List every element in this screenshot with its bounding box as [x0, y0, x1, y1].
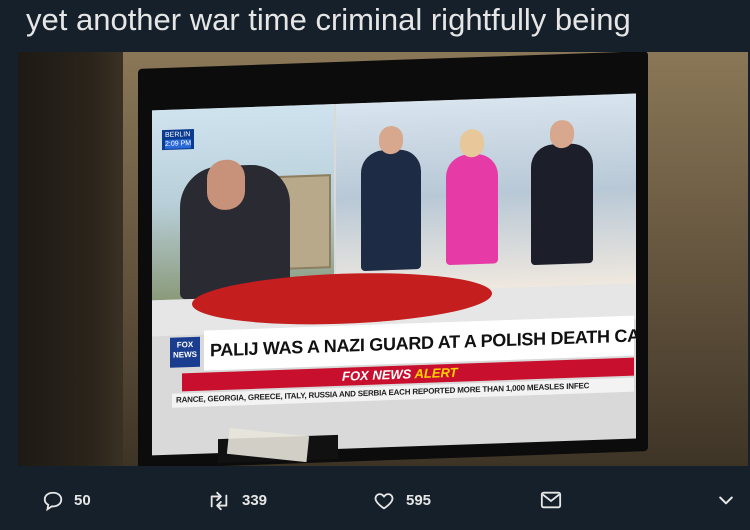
tweet-text-line1: yet another war time criminal rightfully… — [26, 2, 631, 37]
logo-line1: FOX — [176, 339, 194, 350]
left-feed: BERLIN 2:09 PM — [152, 104, 334, 301]
retweet-count: 339 — [242, 492, 268, 509]
tweet-actions: 50 339 595 — [0, 480, 750, 526]
guest-face — [207, 159, 245, 211]
host-left — [361, 149, 421, 272]
alert-prefix: FOX NEWS — [342, 366, 412, 384]
like-button[interactable]: 595 — [372, 490, 431, 512]
retweet-button[interactable]: 339 — [206, 490, 267, 512]
chevron-down-icon — [719, 496, 733, 505]
message-button[interactable] — [540, 490, 572, 510]
like-count: 595 — [406, 492, 432, 509]
more-button[interactable] — [716, 490, 746, 510]
tv-screen: BERLIN 2:09 PM FOX NEWS PALIJ WAS A NAZI… — [152, 93, 636, 456]
host-left-head — [379, 125, 403, 155]
tweet-text: yet another war time criminal rightfully… — [26, 0, 746, 52]
logo-line2: NEWS — [173, 349, 197, 360]
studio-feed — [336, 93, 636, 294]
television: BERLIN 2:09 PM FOX NEWS PALIJ WAS A NAZI… — [138, 52, 648, 466]
host-right-head — [550, 119, 574, 149]
photo-shadow — [18, 52, 123, 466]
envelope-icon — [540, 491, 562, 509]
locator-time: 2:09 PM — [165, 139, 192, 149]
locator-city: BERLIN — [165, 131, 191, 139]
host-center-head — [460, 128, 484, 158]
fox-news-logo: FOX NEWS — [170, 336, 200, 368]
host-center — [446, 153, 498, 266]
reply-icon — [43, 491, 63, 512]
retweet-icon — [210, 491, 228, 511]
alert-word: ALERT — [414, 364, 458, 382]
tweet-text-line2: brought to justice. However, please DO N… — [26, 42, 746, 52]
reply-count: 50 — [74, 492, 91, 509]
tweet-photo[interactable]: BERLIN 2:09 PM FOX NEWS PALIJ WAS A NAZI… — [18, 52, 748, 466]
locator-badge: BERLIN 2:09 PM — [162, 128, 195, 151]
reply-button[interactable]: 50 — [42, 490, 91, 512]
lower-third: FOX NEWS PALIJ WAS A NAZI GUARD AT A POL… — [152, 310, 636, 455]
host-right — [531, 143, 593, 266]
heart-icon — [374, 493, 394, 510]
